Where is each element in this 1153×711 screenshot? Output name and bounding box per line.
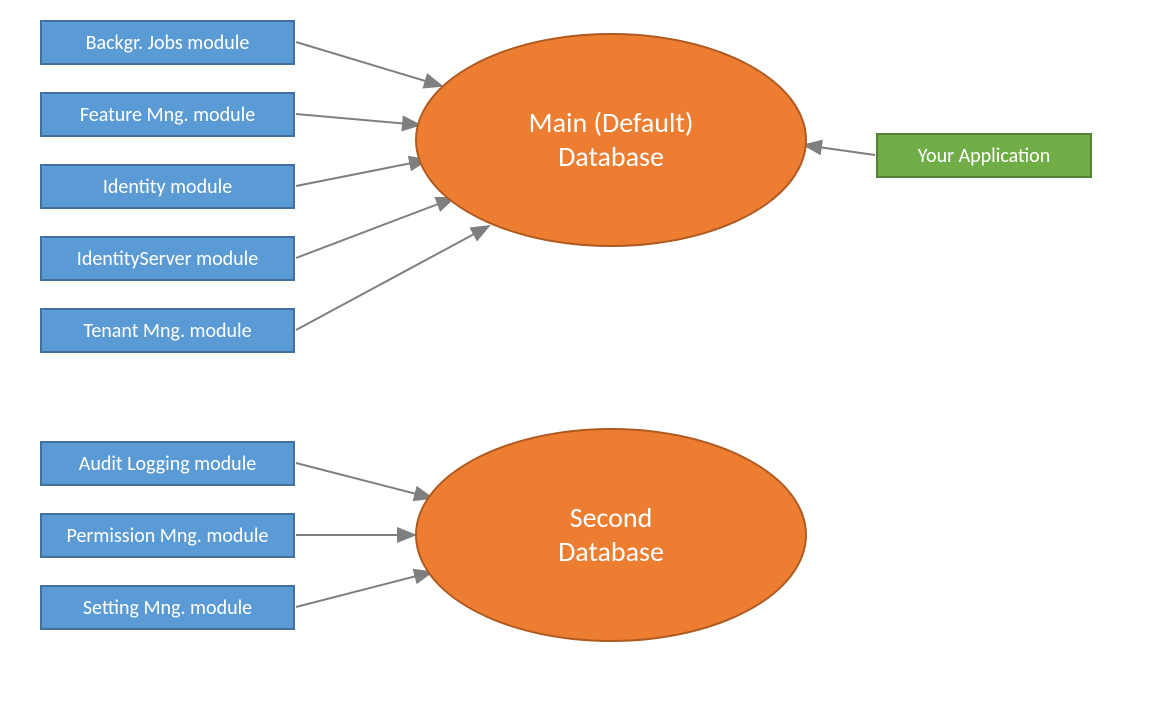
db-main-label: Main (Default) Database <box>529 106 694 173</box>
db-second-ellipse: Second Database <box>415 428 807 642</box>
db-second-label: Second Database <box>558 501 664 568</box>
db-main-ellipse: Main (Default) Database <box>415 33 807 247</box>
module-label: Feature Mng. module <box>80 103 255 127</box>
module-feature-mng: Feature Mng. module <box>40 92 295 137</box>
module-tenant-mng: Tenant Mng. module <box>40 308 295 353</box>
module-label: Backgr. Jobs module <box>86 31 250 55</box>
module-label: Identity module <box>103 175 232 199</box>
module-backgr-jobs: Backgr. Jobs module <box>40 20 295 65</box>
module-label: Permission Mng. module <box>67 524 269 548</box>
module-label: Tenant Mng. module <box>83 319 251 343</box>
module-identity-server: IdentityServer module <box>40 236 295 281</box>
your-application-box: Your Application <box>876 133 1092 178</box>
module-label: Audit Logging module <box>79 452 256 476</box>
module-audit-logging: Audit Logging module <box>40 441 295 486</box>
module-setting-mng: Setting Mng. module <box>40 585 295 630</box>
module-label: Setting Mng. module <box>83 596 252 620</box>
app-label: Your Application <box>918 144 1050 168</box>
module-identity: Identity module <box>40 164 295 209</box>
module-label: IdentityServer module <box>77 247 258 271</box>
module-permission-mng: Permission Mng. module <box>40 513 295 558</box>
